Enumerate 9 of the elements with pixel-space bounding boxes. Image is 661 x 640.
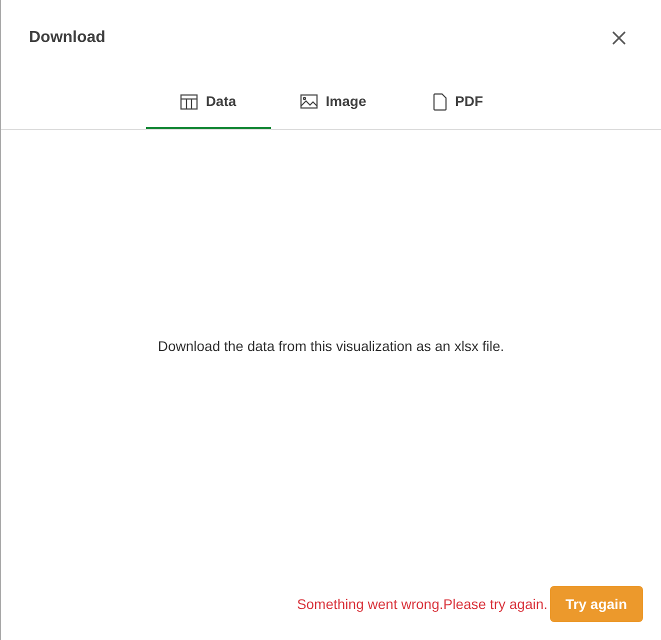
tab[interactable]: Image — [270, 76, 396, 129]
tab[interactable]: PDF — [396, 76, 520, 129]
tab[interactable]: Data — [146, 76, 270, 129]
image-icon — [300, 94, 318, 109]
dialog-title: Download — [29, 28, 106, 48]
description-text: Download the data from this visualization as an xlsx file. — [158, 336, 504, 356]
file-icon — [433, 92, 447, 110]
error-message: Something went wrong.Please try again. — [296, 594, 548, 614]
table-icon — [180, 94, 198, 110]
